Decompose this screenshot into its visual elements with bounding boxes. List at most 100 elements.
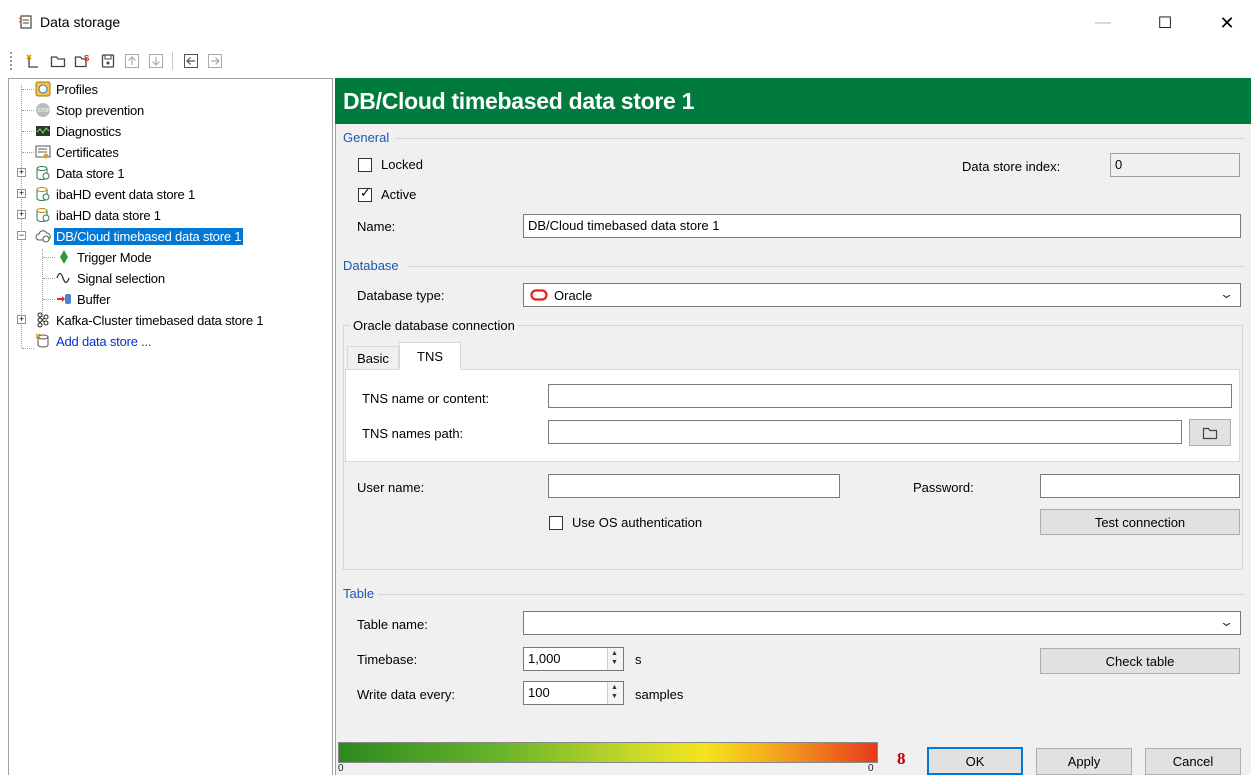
database-type-value: Oracle	[554, 287, 593, 303]
hd-event-store-icon	[35, 186, 51, 202]
user-name-input[interactable]	[548, 474, 840, 498]
tree-connector	[43, 299, 55, 300]
toolbar-grip	[10, 52, 13, 70]
db-cloud-icon	[35, 228, 51, 244]
check-table-button[interactable]: Check table	[1040, 648, 1240, 674]
data-store-icon	[35, 165, 51, 181]
window-title: Data storage	[40, 14, 121, 30]
tree-item-kafka-cluster-timebased-data-store-1[interactable]: Kafka-Cluster timebased data store 1	[35, 310, 265, 330]
table-section-divider	[375, 594, 1245, 595]
import-icon[interactable]: S	[72, 50, 94, 72]
chevron-down-icon: ⌄	[1218, 614, 1235, 629]
oracle-logo-icon	[530, 289, 548, 301]
tree-connector	[22, 348, 34, 349]
tree-connector	[22, 110, 34, 111]
timebase-value: 1,000	[528, 651, 561, 666]
password-input[interactable]	[1040, 474, 1240, 498]
save-icon[interactable]	[97, 50, 119, 72]
tns-path-label: TNS names path:	[362, 426, 464, 441]
navigation-tree: + + + − + Profiles STOP Stop prevention …	[8, 78, 333, 775]
database-section-divider	[408, 266, 1245, 267]
open-folder-icon[interactable]	[47, 50, 69, 72]
close-button[interactable]: ✕	[1204, 8, 1250, 38]
cancel-button[interactable]: Cancel	[1145, 748, 1241, 775]
title-bar: Data storage — ☐ ✕	[0, 0, 1251, 44]
profiles-icon	[35, 81, 51, 97]
expand-toggle-kafka-store[interactable]: +	[17, 315, 26, 324]
tree-item-db-cloud-timebased-data-store-1[interactable]: DB/Cloud timebased data store 1	[35, 226, 244, 246]
name-input[interactable]: DB/Cloud timebased data store 1	[523, 214, 1241, 238]
tree-item-hd-event-data-store-1[interactable]: ibaHD event data store 1	[35, 184, 197, 204]
active-checkbox[interactable]	[358, 186, 372, 202]
os-authentication-label: Use OS authentication	[572, 515, 703, 530]
maximize-button[interactable]: ☐	[1142, 8, 1188, 38]
locked-label: Locked	[381, 157, 423, 172]
svg-text:S: S	[84, 54, 90, 63]
stop-icon: STOP	[35, 102, 51, 118]
step-badge: 8	[897, 749, 906, 768]
tree-connector	[43, 278, 55, 279]
folder-icon	[1202, 427, 1218, 439]
hd-store-icon	[35, 207, 51, 223]
page-title: DB/Cloud timebased data store 1	[335, 78, 1251, 124]
tree-item-trigger-mode[interactable]: Trigger Mode	[56, 247, 153, 267]
svg-text:STOP: STOP	[38, 108, 52, 114]
tree-connector	[22, 89, 34, 90]
table-name-label: Table name:	[357, 617, 428, 632]
table-name-dropdown[interactable]: ⌄	[523, 611, 1241, 635]
apply-button[interactable]: Apply	[1036, 748, 1132, 775]
database-type-label: Database type:	[357, 288, 445, 303]
tab-tns[interactable]: TNS	[399, 342, 461, 370]
tree-item-data-store-1[interactable]: Data store 1	[35, 163, 126, 183]
minimize-button[interactable]: —	[1080, 8, 1126, 38]
tree-item-stop-prevention[interactable]: STOP Stop prevention	[35, 100, 146, 120]
expand-toggle-data-store-1[interactable]: +	[17, 168, 26, 177]
data-store-index-label: Data store index:	[962, 159, 1061, 174]
tree-connector	[43, 257, 55, 258]
tree-item-buffer[interactable]: Buffer	[56, 289, 112, 309]
ok-button[interactable]: OK	[927, 747, 1023, 775]
move-up-icon[interactable]	[121, 50, 143, 72]
trigger-icon	[56, 249, 72, 265]
expand-toggle-hd-event-store[interactable]: +	[17, 189, 26, 198]
collapse-toggle-db-cloud-store[interactable]: −	[17, 231, 26, 240]
data-storage-app-icon	[18, 14, 34, 30]
tree-item-signal-selection[interactable]: Signal selection	[56, 268, 167, 288]
active-label: Active	[381, 187, 417, 202]
write-data-every-input[interactable]: 100 ▲ ▼	[523, 681, 624, 705]
expand-toggle-hd-store[interactable]: +	[17, 210, 26, 219]
tree-item-hd-data-store-1[interactable]: ibaHD data store 1	[35, 205, 163, 225]
test-connection-button[interactable]: Test connection	[1040, 509, 1240, 535]
certificate-icon	[35, 144, 51, 160]
tns-name-input[interactable]	[548, 384, 1232, 408]
tree-item-profiles[interactable]: Profiles	[35, 79, 100, 99]
locked-checkbox[interactable]	[358, 158, 372, 172]
gradient-max-label: 0	[868, 763, 874, 774]
write-data-every-unit: samples	[635, 687, 684, 702]
chevron-down-icon: ⌄	[1218, 286, 1235, 301]
memory-usage-gradient	[338, 742, 878, 763]
timebase-stepper[interactable]: ▲ ▼	[607, 648, 623, 670]
tree-item-diagnostics[interactable]: Diagnostics	[35, 121, 123, 141]
database-type-dropdown[interactable]: Oracle ⌄	[523, 283, 1241, 307]
write-data-every-stepper[interactable]: ▲ ▼	[607, 682, 623, 704]
tree-connector	[22, 152, 34, 153]
new-icon[interactable]	[22, 50, 44, 72]
tree-item-add-data-store[interactable]: Add data store ...	[35, 331, 153, 351]
data-store-index-field: 0	[1110, 153, 1240, 177]
database-section-title: Database	[343, 258, 403, 273]
move-down-icon[interactable]	[145, 50, 167, 72]
tns-path-input[interactable]	[548, 420, 1182, 444]
timebase-input[interactable]: 1,000 ▲ ▼	[523, 647, 624, 671]
gradient-min-label: 0	[338, 763, 344, 774]
move-right-icon[interactable]	[204, 50, 226, 72]
toolbar-separator	[172, 52, 173, 70]
diagnostics-icon	[35, 123, 51, 139]
table-section-title: Table	[343, 586, 379, 601]
tab-basic[interactable]: Basic	[347, 346, 399, 370]
os-authentication-checkbox[interactable]	[549, 516, 563, 530]
browse-folder-button[interactable]	[1189, 419, 1231, 446]
tree-item-certificates[interactable]: Certificates	[35, 142, 121, 162]
oracle-connection-title: Oracle database connection	[350, 318, 518, 333]
move-left-icon[interactable]	[180, 50, 202, 72]
